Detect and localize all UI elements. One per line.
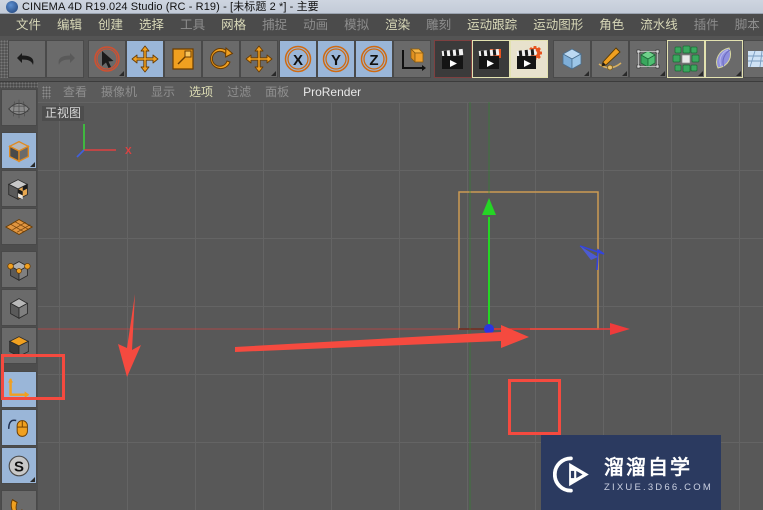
svg-text:X: X <box>293 52 303 69</box>
viewport-menu-filter[interactable]: 过滤 <box>220 82 258 102</box>
undo-button[interactable] <box>8 40 46 78</box>
play-button-icon <box>553 456 589 493</box>
svg-text:Z: Z <box>369 52 378 69</box>
viewport-canvas[interactable]: 正视图 X 溜溜自学 ZIXUE.3D66.COM <box>38 102 763 510</box>
render-view-button[interactable] <box>434 40 472 78</box>
viewport-solo-button[interactable] <box>1 409 37 446</box>
add-bend-deformer-button[interactable] <box>705 40 743 78</box>
watermark-title: 溜溜自学 <box>604 456 692 479</box>
rotate-tool-button[interactable] <box>202 40 240 78</box>
menu-item-tools[interactable]: 工具 <box>172 14 213 36</box>
annotation-rect-sidebar <box>1 354 65 400</box>
button-flyout-corner-icon <box>584 71 589 76</box>
annotation-rect-gizmo <box>508 379 561 435</box>
c4d-application-window: CINEMA 4D R19.024 Studio (RC - R19) - [未… <box>0 0 763 510</box>
viewport-menu-view[interactable]: 查看 <box>56 82 94 102</box>
lock-x-axis-button[interactable]: X <box>279 40 317 78</box>
button-flyout-corner-icon <box>271 71 276 76</box>
c4d-logo-icon <box>6 1 18 13</box>
menu-item-render[interactable]: 渲染 <box>377 14 418 36</box>
menu-item-motion-tracker[interactable]: 运动跟踪 <box>459 14 525 36</box>
svg-text:S: S <box>14 458 24 475</box>
menu-item-pipeline[interactable]: 流水线 <box>632 14 686 36</box>
menu-item-plugins[interactable]: 插件 <box>686 14 727 36</box>
menu-item-file[interactable]: 文件 <box>8 14 49 36</box>
toolbar-drag-handle[interactable] <box>0 40 8 78</box>
menu-item-simulate[interactable]: 模拟 <box>336 14 377 36</box>
viewport-menu-options[interactable]: 选项 <box>182 82 220 102</box>
button-flyout-corner-icon <box>119 71 124 76</box>
toolbar-group-history <box>0 40 84 78</box>
move-tool-button[interactable] <box>126 40 164 78</box>
model-mode-button[interactable] <box>1 132 37 169</box>
toolbar-group-render <box>434 40 548 78</box>
left-tool-palette: S <box>0 82 38 510</box>
scale-tool-button[interactable] <box>164 40 202 78</box>
points-mode-button[interactable] <box>1 251 37 288</box>
annotation-arrow-down <box>118 294 141 377</box>
viewport-drag-handle[interactable] <box>42 85 51 99</box>
button-flyout-corner-icon <box>622 71 627 76</box>
add-cube-object-button[interactable] <box>553 40 591 78</box>
viewport-menu-panel[interactable]: 面板 <box>258 82 296 102</box>
live-selection-button[interactable] <box>88 40 126 78</box>
button-flyout-corner-icon <box>660 71 665 76</box>
polygon-mode-button[interactable] <box>1 208 37 245</box>
redo-button[interactable] <box>46 40 84 78</box>
button-flyout-corner-icon <box>698 71 703 76</box>
viewport-menu-camera[interactable]: 摄像机 <box>94 82 144 102</box>
viewport-menu-prorender[interactable]: ProRender <box>296 82 368 102</box>
toolbar-group-transform <box>88 40 278 78</box>
button-flyout-corner-icon <box>30 162 35 167</box>
menu-item-select[interactable]: 选择 <box>131 14 172 36</box>
menu-item-mograph[interactable]: 运动图形 <box>525 14 591 36</box>
edges-mode-button[interactable] <box>1 289 37 326</box>
main-toolbar: X Y Z <box>0 36 763 82</box>
button-flyout-corner-icon <box>736 71 741 76</box>
sidebar-drag-handle[interactable] <box>0 82 38 88</box>
menu-item-create[interactable]: 创建 <box>90 14 131 36</box>
watermark-badge: 溜溜自学 ZIXUE.3D66.COM <box>541 435 721 510</box>
viewport-menu-bar: 查看 摄像机 显示 选项 过滤 面板 ProRender <box>38 82 763 102</box>
menu-item-animate[interactable]: 动画 <box>295 14 336 36</box>
button-flyout-corner-icon <box>30 477 35 482</box>
watermark-url: ZIXUE.3D66.COM <box>604 481 713 493</box>
add-floor-environment-button[interactable] <box>743 40 763 78</box>
window-title: CINEMA 4D R19.024 Studio (RC - R19) - [未… <box>22 1 319 13</box>
add-nurbs-button[interactable] <box>629 40 667 78</box>
viewport-menu-display[interactable]: 显示 <box>144 82 182 102</box>
svg-text:Y: Y <box>331 52 341 69</box>
menu-item-snap[interactable]: 捕捉 <box>254 14 295 36</box>
menu-item-character[interactable]: 角色 <box>591 14 632 36</box>
lock-z-axis-button[interactable]: Z <box>355 40 393 78</box>
menu-item-script[interactable]: 脚本 <box>727 14 763 36</box>
render-to-picture-viewer-button[interactable] <box>472 40 510 78</box>
main-menu-bar: 文件 编辑 创建 选择 工具 网格 捕捉 动画 模拟 渲染 雕刻 运动跟踪 运动… <box>0 14 763 36</box>
viewport-panel: 查看 摄像机 显示 选项 过滤 面板 ProRender 正视图 X 溜溜自学 … <box>38 82 763 510</box>
menu-item-edit[interactable]: 编辑 <box>49 14 90 36</box>
add-spline-button[interactable] <box>591 40 629 78</box>
menu-item-sculpt[interactable]: 雕刻 <box>418 14 459 36</box>
toolbar-group-objects <box>553 40 763 78</box>
make-editable-button[interactable] <box>1 89 37 126</box>
title-bar: CINEMA 4D R19.024 Studio (RC - R19) - [未… <box>0 0 763 14</box>
toolbar-group-axis-lock: X Y Z <box>279 40 431 78</box>
lock-y-axis-button[interactable]: Y <box>317 40 355 78</box>
render-settings-button[interactable] <box>510 40 548 78</box>
add-array-button[interactable] <box>667 40 705 78</box>
world-object-coordinate-button[interactable] <box>393 40 431 78</box>
annotation-arrow-right <box>235 325 529 352</box>
move-axis-button[interactable] <box>240 40 278 78</box>
magnet-tool-button[interactable] <box>1 490 37 510</box>
menu-item-mesh[interactable]: 网格 <box>213 14 254 36</box>
snap-toggle-button[interactable]: S <box>1 447 37 484</box>
texture-mode-button[interactable] <box>1 170 37 207</box>
